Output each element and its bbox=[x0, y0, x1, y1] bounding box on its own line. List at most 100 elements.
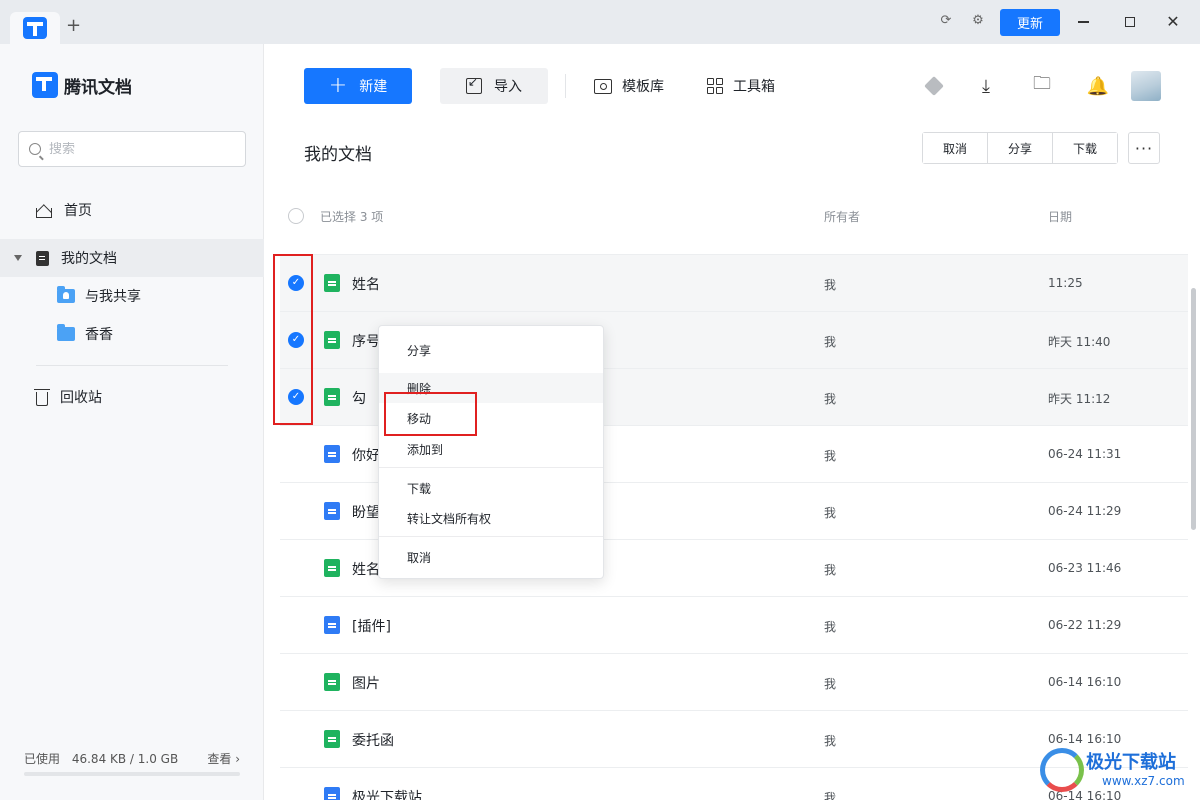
document-icon bbox=[324, 616, 340, 634]
file-owner: 我 bbox=[824, 620, 837, 634]
new-button[interactable]: + 新建 bbox=[304, 68, 412, 104]
sidebar-item-label: 香香 bbox=[85, 327, 113, 343]
storage-usage-value: 46.84 KB / 1.0 GB bbox=[71, 752, 179, 766]
premium-button[interactable] bbox=[922, 74, 946, 98]
page-title: 我的文档 bbox=[304, 145, 372, 165]
trash-icon bbox=[34, 388, 50, 406]
highlight-selected-checkboxes bbox=[273, 254, 313, 425]
sidebar-item-my-docs[interactable]: 我的文档 bbox=[0, 239, 264, 277]
new-button-label: 新建 bbox=[359, 79, 388, 95]
minimize-icon bbox=[1077, 21, 1089, 23]
brand: 腾讯文档 bbox=[32, 72, 132, 98]
minimize-button[interactable] bbox=[1073, 12, 1093, 32]
table-header: 已选择 3 项 所有者 日期 bbox=[280, 200, 1188, 232]
tab-tencent-docs[interactable] bbox=[10, 12, 60, 44]
document-icon bbox=[324, 445, 340, 463]
cancel-selection-button[interactable]: 取消 bbox=[923, 133, 988, 163]
sidebar-item-shared-with-me[interactable]: 与我共享 bbox=[0, 278, 264, 314]
file-owner: 我 bbox=[824, 392, 837, 406]
bell-icon: 🔔 bbox=[1086, 75, 1110, 97]
file-name[interactable]: 序号 bbox=[352, 331, 380, 351]
import-button-label: 导入 bbox=[494, 79, 522, 95]
caret-down-icon[interactable] bbox=[14, 255, 22, 261]
maximize-button[interactable] bbox=[1120, 12, 1140, 32]
bulk-action-group: 取消 分享 下载 bbox=[922, 132, 1118, 164]
menu-item-download[interactable]: 下载 bbox=[379, 473, 603, 503]
folder-icon bbox=[57, 324, 75, 341]
scrollbar[interactable] bbox=[1191, 288, 1196, 530]
table-row[interactable]: 图片 我 06-14 16:10 bbox=[280, 653, 1188, 710]
close-icon: ✕ bbox=[1166, 12, 1180, 31]
file-owner: 我 bbox=[824, 563, 837, 577]
menu-item-transfer-ownership[interactable]: 转让文档所有权 bbox=[379, 503, 603, 533]
update-button[interactable]: 更新 bbox=[1000, 9, 1060, 36]
table-row[interactable]: ✓ 姓名我 11:25 bbox=[280, 254, 1188, 311]
toolbox-label: 工具箱 bbox=[733, 79, 775, 95]
search-input[interactable] bbox=[49, 141, 229, 157]
sidebar-item-recycle-bin[interactable]: 回收站 bbox=[0, 378, 264, 416]
file-date: 昨天 11:40 bbox=[1048, 335, 1111, 349]
toolbox-icon bbox=[707, 78, 723, 94]
file-name[interactable]: 图片 bbox=[352, 673, 380, 693]
file-owner: 我 bbox=[824, 449, 837, 463]
sidebar-item-folder[interactable]: 香香 bbox=[0, 316, 264, 352]
context-menu: 分享 删除 移动 添加到 下载 转让文档所有权 取消 bbox=[378, 325, 604, 579]
toolbox-button[interactable]: 工具箱 bbox=[707, 68, 775, 104]
menu-item-share[interactable]: 分享 bbox=[379, 335, 603, 365]
new-tab-button[interactable]: + bbox=[66, 16, 81, 36]
more-options-button[interactable]: ··· bbox=[1128, 132, 1160, 164]
menu-item-cancel[interactable]: 取消 bbox=[379, 542, 603, 572]
menu-divider bbox=[379, 536, 603, 537]
notifications-button[interactable]: 🔔 bbox=[1086, 74, 1110, 98]
menu-divider bbox=[379, 467, 603, 468]
open-folder-button[interactable]: 🗀 bbox=[1030, 73, 1054, 98]
sync-icon[interactable]: ⟳ bbox=[937, 12, 955, 30]
template-library-button[interactable]: 模板库 bbox=[594, 68, 664, 104]
storage-usage-bar bbox=[24, 772, 240, 776]
sidebar-item-label: 首页 bbox=[64, 203, 92, 219]
title-bar: + ⟳ ⚙ 更新 ✕ bbox=[0, 0, 1200, 44]
spreadsheet-icon bbox=[324, 274, 340, 292]
sidebar-item-home[interactable]: 首页 bbox=[0, 191, 264, 229]
watermark-logo: 极光下载站 www.xz7.com bbox=[1040, 744, 1190, 796]
file-owner: 我 bbox=[824, 791, 837, 800]
column-header-owner[interactable]: 所有者 bbox=[824, 208, 860, 225]
import-button[interactable]: 导入 bbox=[440, 68, 548, 104]
search-box[interactable] bbox=[18, 131, 246, 167]
download-button[interactable]: ⤓ bbox=[974, 74, 998, 98]
file-name[interactable]: 勾 bbox=[352, 388, 366, 408]
file-name[interactable]: 委托函 bbox=[352, 730, 394, 750]
download-icon: ⤓ bbox=[982, 75, 990, 97]
view-storage-link[interactable]: 查看 › bbox=[207, 750, 240, 767]
file-owner: 我 bbox=[824, 506, 837, 520]
spreadsheet-icon bbox=[324, 388, 340, 406]
column-header-date[interactable]: 日期 bbox=[1048, 208, 1072, 225]
file-owner: 我 bbox=[824, 278, 837, 292]
settings-icon[interactable]: ⚙ bbox=[969, 12, 987, 30]
document-icon bbox=[36, 250, 49, 266]
spreadsheet-icon bbox=[324, 331, 340, 349]
download-selection-button[interactable]: 下载 bbox=[1053, 133, 1117, 163]
file-name[interactable]: 你好 bbox=[352, 445, 380, 465]
toolbar-divider bbox=[565, 74, 566, 98]
file-date: 11:25 bbox=[1048, 276, 1083, 290]
file-date: 06-23 11:46 bbox=[1048, 561, 1122, 575]
menu-item-add-to[interactable]: 添加到 bbox=[379, 434, 603, 464]
avatar[interactable] bbox=[1131, 71, 1161, 101]
spreadsheet-icon bbox=[324, 730, 340, 748]
file-name[interactable]: 姓名 bbox=[352, 559, 380, 579]
share-button[interactable]: 分享 bbox=[988, 133, 1053, 163]
file-name[interactable]: 盼望 bbox=[352, 502, 380, 522]
brand-name: 腾讯文档 bbox=[64, 77, 132, 98]
spreadsheet-icon bbox=[324, 559, 340, 577]
sidebar-item-label: 我的文档 bbox=[61, 251, 117, 267]
file-name[interactable]: 极光下载站 bbox=[352, 787, 422, 800]
table-row[interactable]: [插件] 我 06-22 11:29 bbox=[280, 596, 1188, 653]
file-name[interactable]: 姓名 bbox=[352, 274, 380, 294]
document-icon bbox=[324, 787, 340, 800]
file-name[interactable]: [插件] bbox=[352, 616, 391, 636]
sidebar-item-label: 与我共享 bbox=[85, 289, 141, 305]
select-all-checkbox[interactable] bbox=[288, 208, 304, 224]
close-window-button[interactable]: ✕ bbox=[1163, 12, 1183, 32]
watermark-title: 极光下载站 bbox=[1086, 752, 1176, 773]
